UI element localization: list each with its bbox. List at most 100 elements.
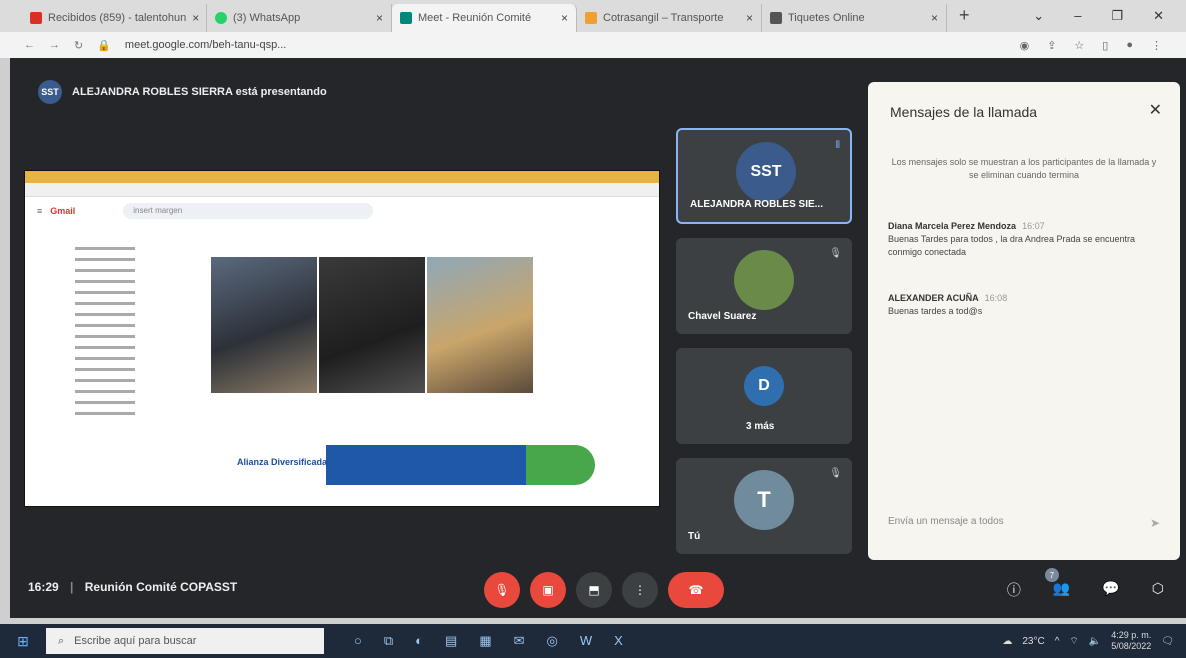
search-icon: ⌕	[58, 634, 65, 647]
participant-tile-presenter[interactable]: SST ⦀ ALEJANDRA ROBLES SIE...	[676, 128, 852, 224]
browser-tab-tiquetes[interactable]: Tiquetes Online ×	[762, 4, 947, 32]
window-controls: ⌄ – ❐ ✕	[1011, 0, 1186, 32]
tab-title: Cotrasangil – Transporte	[603, 12, 724, 24]
gmail-logo: Gmail	[50, 206, 76, 216]
send-icon[interactable]: ➤	[1150, 516, 1160, 530]
word-icon[interactable]: W	[580, 633, 592, 649]
clock[interactable]: 4:29 p. m. 5/08/2022	[1111, 630, 1151, 652]
avatar: D	[744, 366, 784, 406]
company-name: Alianza Diversificada	[237, 457, 328, 467]
menu-icon[interactable]: ⋮	[1151, 39, 1162, 52]
chat-panel: Mensajes de la llamada ✕ Los mensajes so…	[868, 82, 1180, 560]
chat-icon[interactable]: 💬	[1102, 580, 1119, 600]
minimize-icon[interactable]: –	[1074, 8, 1081, 24]
taskbar-search-placeholder: Escribe aquí para buscar	[74, 635, 197, 647]
chrome-icon[interactable]: ◎	[547, 633, 558, 649]
mic-off-icon: 🎙	[829, 248, 842, 259]
chevron-up-icon[interactable]: ^	[1055, 636, 1060, 647]
sidebar-icon[interactable]: ▯	[1102, 39, 1108, 52]
gmail-icon	[30, 12, 42, 24]
close-tab-icon[interactable]: ×	[561, 11, 568, 25]
mic-off-icon: 🎙	[829, 468, 842, 479]
camera-icon[interactable]: ◉	[1020, 39, 1030, 52]
mic-toggle-button[interactable]: 🎙	[484, 572, 520, 608]
windows-taskbar: ⊞ ⌕ Escribe aquí para buscar ○ ⧉ ◐ ▤ ▦ ✉…	[0, 624, 1186, 658]
edge-icon[interactable]: ◐	[415, 633, 423, 649]
message-text: Buenas Tardes para todos , la dra Andrea…	[888, 234, 1135, 258]
participant-tile-more[interactable]: D 3 más	[676, 348, 852, 444]
forward-icon[interactable]: →	[49, 39, 60, 51]
camera-toggle-button[interactable]: ▣	[530, 572, 566, 608]
participant-name: Tú	[688, 531, 701, 542]
maximize-icon[interactable]: ❐	[1111, 8, 1123, 24]
bus-icon	[585, 12, 597, 24]
speaking-icon: ⦀	[835, 140, 840, 151]
notifications-icon[interactable]: 🗨	[1161, 636, 1174, 647]
back-icon[interactable]: ←	[24, 39, 35, 51]
task-view-icon[interactable]: ⧉	[384, 633, 393, 649]
participant-name: Chavel Suarez	[688, 311, 757, 322]
browser-tab-meet[interactable]: Meet - Reunión Comité ×	[392, 4, 577, 32]
shared-addressbar	[25, 183, 659, 197]
file-explorer-icon[interactable]: ▤	[445, 633, 457, 649]
chevron-down-icon[interactable]: ⌄	[1033, 8, 1044, 24]
presenter-banner: SST ALEJANDRA ROBLES SIERRA está present…	[38, 80, 327, 104]
present-button[interactable]: ⬒	[576, 572, 612, 608]
close-tab-icon[interactable]: ×	[192, 11, 199, 25]
share-icon[interactable]: ⇪	[1047, 39, 1056, 52]
store-icon[interactable]: ▦	[479, 633, 491, 649]
weather-icon[interactable]: ☁	[1002, 636, 1012, 647]
close-tab-icon[interactable]: ×	[376, 11, 383, 25]
hang-up-icon: ☎	[688, 583, 704, 597]
browser-tab-whatsapp[interactable]: (3) WhatsApp ×	[207, 4, 392, 32]
photo	[427, 257, 533, 393]
participant-name: 3 más	[746, 421, 775, 432]
meet-window: SST ALEJANDRA ROBLES SIERRA está present…	[10, 58, 1186, 618]
activities-icon[interactable]: ⬡	[1152, 580, 1164, 600]
taskbar-apps: ○ ⧉ ◐ ▤ ▦ ✉ ◎ W X	[354, 633, 623, 649]
tab-title: Tiquetes Online	[788, 12, 865, 24]
tab-title: (3) WhatsApp	[233, 12, 301, 24]
browser-tab-bar: Recibidos (859) - talentohun × (3) WhatsA…	[0, 0, 1186, 32]
avatar	[734, 250, 794, 310]
close-tab-icon[interactable]: ×	[931, 11, 938, 25]
info-icon[interactable]: ⓘ	[1007, 580, 1021, 600]
participant-tile-self[interactable]: T 🎙 Tú	[676, 458, 852, 554]
tab-title: Recibidos (859) - talentohun	[48, 12, 187, 24]
meeting-info: 16:29 | Reunión Comité COPASST	[28, 580, 238, 594]
close-icon[interactable]: ✕	[1149, 100, 1162, 120]
windows-start-icon[interactable]: ⊞	[0, 633, 46, 650]
clock-date: 5/08/2022	[1111, 641, 1152, 651]
profile-avatar[interactable]: ●	[1126, 39, 1133, 52]
ticket-icon	[770, 12, 782, 24]
mail-icon[interactable]: ✉	[514, 633, 525, 649]
lock-icon: 🔒	[97, 39, 111, 52]
meeting-time: 16:29	[28, 580, 59, 594]
close-tab-icon[interactable]: ×	[746, 11, 753, 25]
leave-call-button[interactable]: ☎	[668, 572, 724, 608]
excel-icon[interactable]: X	[614, 633, 623, 649]
meet-right-icons: ⓘ 👥 7 💬 ⬡	[1007, 568, 1164, 600]
browser-tab-cotrasangil[interactable]: Cotrasangil – Transporte ×	[577, 4, 762, 32]
url-field[interactable]: meet.google.com/beh-tanu-qsp...	[125, 39, 1006, 51]
reload-icon[interactable]: ↻	[74, 39, 83, 52]
chat-input[interactable]: Envía un mensaje a todos	[888, 516, 1146, 536]
message-sender: Diana Marcela Perez Mendoza	[888, 221, 1017, 231]
cortana-icon[interactable]: ○	[354, 633, 362, 649]
photo	[211, 257, 317, 393]
people-icon[interactable]: 👥 7	[1044, 568, 1070, 600]
star-icon[interactable]: ☆	[1074, 39, 1084, 52]
volume-icon[interactable]: 🔈	[1089, 636, 1101, 647]
more-options-button[interactable]: ⋮	[622, 572, 658, 608]
participant-tile[interactable]: 🎙 Chavel Suarez	[676, 238, 852, 334]
close-window-icon[interactable]: ✕	[1153, 8, 1164, 24]
new-tab-button[interactable]: +	[947, 5, 982, 32]
taskbar-search[interactable]: ⌕ Escribe aquí para buscar	[46, 628, 324, 654]
presenter-avatar: SST	[38, 80, 62, 104]
network-icon[interactable]: ⌔	[1069, 635, 1078, 648]
more-vert-icon: ⋮	[634, 583, 646, 597]
message-time: 16:07	[1022, 221, 1045, 231]
browser-tab-gmail[interactable]: Recibidos (859) - talentohun ×	[22, 4, 207, 32]
meet-controls-bar: 16:29 | Reunión Comité COPASST 🎙 ▣ ⬒ ⋮ ☎…	[10, 566, 1186, 618]
meeting-name: Reunión Comité COPASST	[84, 580, 238, 594]
